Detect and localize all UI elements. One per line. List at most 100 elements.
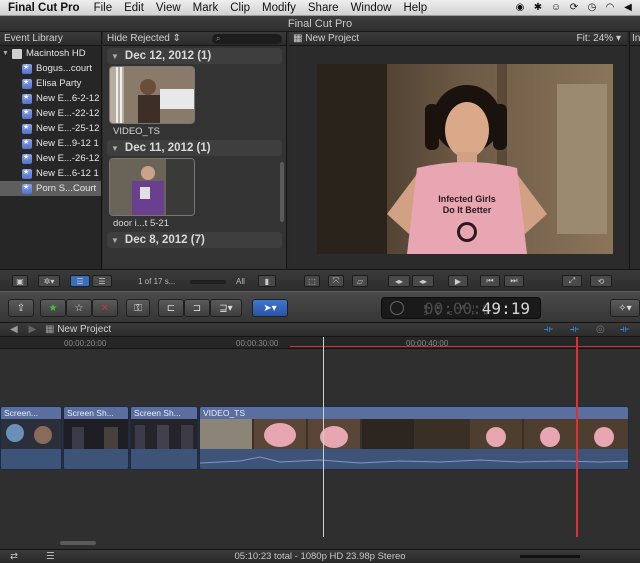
loop-icon[interactable]: ⟲	[590, 275, 612, 287]
library-event-item[interactable]: New E...-26-12	[0, 151, 101, 166]
menu-help[interactable]: Help	[397, 2, 433, 14]
library-toggle-button[interactable]: ▣	[12, 275, 28, 287]
menu-view[interactable]: View	[150, 2, 187, 14]
timeline-clip[interactable]: Screen...	[0, 406, 62, 470]
play-button[interactable]: ▶	[448, 275, 468, 287]
previous-frame-button[interactable]: ◂▸	[388, 275, 410, 287]
menu-app-name[interactable]: Final Cut Pro	[0, 2, 88, 14]
disclosure-triangle-icon[interactable]: ▼	[111, 236, 119, 245]
menu-clip[interactable]: Clip	[224, 2, 256, 14]
library-event-item[interactable]: Bogus...court	[0, 61, 101, 76]
timeline-scrollbar[interactable]	[60, 541, 96, 545]
event-label: New E...-22-12	[36, 108, 100, 119]
disclosure-triangle-icon[interactable]: ▼	[111, 144, 119, 153]
unrate-button[interactable]: ☆	[66, 299, 92, 317]
list-view-button[interactable]: ☰	[92, 275, 112, 287]
event-label: New E...6-2-12	[36, 93, 100, 104]
connect-clip-button[interactable]: ⊏	[158, 299, 184, 317]
clip-appearance-button[interactable]: ▮	[258, 275, 276, 287]
library-event-item[interactable]: New E...-25-12	[0, 121, 101, 136]
fullscreen-icon[interactable]: ⤢	[562, 275, 582, 287]
skimming-icon[interactable]: ⟛	[544, 323, 553, 337]
menu-mark[interactable]: Mark	[187, 2, 225, 14]
browser-scrollbar[interactable]	[280, 162, 284, 222]
gear-icon[interactable]: ✲▾	[38, 275, 60, 287]
library-event-item[interactable]: New E...6-12 1	[0, 166, 101, 181]
timeline-title: New Project	[57, 324, 112, 335]
browser-search-field[interactable]: ⌕	[212, 34, 282, 44]
library-event-item-selected[interactable]: Porn S...Court	[0, 181, 101, 196]
sync-icon[interactable]: ⟳	[568, 2, 580, 14]
background-tasks-icon[interactable]	[390, 301, 404, 315]
event-library-panel: Event Library ▼ Macintosh HD Bogus...cou…	[0, 32, 102, 269]
accessibility-icon[interactable]: ☺	[550, 2, 562, 14]
disclosure-triangle-icon[interactable]: ▼	[111, 52, 119, 61]
creative-cloud-icon[interactable]: ◉	[514, 2, 526, 14]
timeline-ruler[interactable]: 00:00:20:00 00:00:30:00 00:00:40:00	[0, 337, 640, 349]
date-group-header[interactable]: ▼ Dec 11, 2012 (1)	[107, 140, 282, 156]
back-arrow-icon[interactable]: ◀	[10, 324, 18, 335]
project-duration-info: 05:10:23 total - 1080p HD 23.98p Stereo	[234, 551, 406, 562]
viewer-zoom-control[interactable]: Fit: 24% ▾	[577, 32, 622, 45]
library-event-item[interactable]: New E...6-2-12	[0, 91, 101, 106]
forward-arrow-icon[interactable]: ▶	[28, 324, 36, 335]
snapping-icon[interactable]: ⟛	[620, 323, 629, 337]
go-to-end-button[interactable]: ⏭	[504, 275, 524, 287]
filmstrip-view-button[interactable]: ☰	[70, 275, 90, 287]
wifi-icon[interactable]: ◠	[604, 2, 616, 14]
solo-icon[interactable]: ◎	[596, 323, 605, 337]
audio-skimming-icon[interactable]: ⟛	[570, 323, 579, 337]
event-label: New E...9-12 1	[36, 138, 99, 149]
append-clip-button[interactable]: ⊒▾	[210, 299, 242, 317]
volume-icon[interactable]: ◀	[622, 2, 634, 14]
inspector-header: In	[630, 32, 640, 46]
date-group-header[interactable]: ▼ Dec 8, 2012 (7)	[107, 232, 282, 248]
library-event-item[interactable]: New E...-22-12	[0, 106, 101, 121]
transform-icon[interactable]: ⤧	[328, 275, 344, 287]
time-machine-icon[interactable]: ◷	[586, 2, 598, 14]
go-to-start-button[interactable]: ⏮	[480, 275, 500, 287]
date-group-header[interactable]: ▼ Dec 12, 2012 (1)	[107, 48, 282, 64]
clip-thumbnail[interactable]	[109, 158, 195, 216]
timeline-clip[interactable]: Screen Sh...	[130, 406, 198, 470]
effects-browser-icon[interactable]: ✧▾	[610, 299, 640, 317]
menu-window[interactable]: Window	[345, 2, 398, 14]
library-event-item[interactable]: Elisa Party	[0, 76, 101, 91]
timeline-clip[interactable]: VIDEO_TS	[199, 406, 629, 470]
library-disk-row[interactable]: ▼ Macintosh HD	[0, 46, 101, 61]
dashboard-timecode[interactable]: 00:00: 49:19 HR MIN SEC FR	[381, 297, 541, 319]
reject-button[interactable]: ✕	[92, 299, 118, 317]
timeline-clip[interactable]: Screen Sh...	[63, 406, 129, 470]
timeline-list-icon[interactable]: ☰	[46, 550, 55, 563]
select-tool-button[interactable]: ➤▾	[252, 299, 288, 317]
timeline-index-icon[interactable]: ⇄	[10, 550, 18, 563]
menu-edit[interactable]: Edit	[118, 2, 150, 14]
menu-modify[interactable]: Modify	[256, 2, 302, 14]
insert-clip-button[interactable]: ⊐	[184, 299, 210, 317]
timeline-area[interactable]: Screen... Screen Sh... Screen Sh... VIDE…	[0, 349, 640, 549]
video-frame[interactable]: Infected Girls Do It Better	[317, 64, 613, 254]
media-import-button[interactable]: ⇪	[8, 299, 34, 317]
disclosure-triangle-icon[interactable]: ▼	[2, 50, 10, 57]
clip-thumbnail[interactable]	[109, 66, 195, 124]
next-frame-button[interactable]: ◂▸	[412, 275, 434, 287]
bluetooth-icon[interactable]: ✱	[532, 2, 544, 14]
menu-status-area: ◉ ✱ ☺ ⟳ ◷ ◠ ◀	[514, 2, 640, 14]
timeline-zoom-slider[interactable]	[520, 555, 580, 558]
favorite-button[interactable]: ★	[40, 299, 66, 317]
clip-title: Screen...	[1, 407, 61, 419]
clip-zoom-slider[interactable]	[190, 280, 226, 284]
playhead[interactable]	[323, 337, 324, 537]
menu-file[interactable]: File	[88, 2, 119, 14]
fullscreen-mode-icon[interactable]: ⬚	[304, 275, 320, 287]
menu-bar: Final Cut Pro File Edit View Mark Clip M…	[0, 0, 640, 16]
library-event-item[interactable]: New E...9-12 1	[0, 136, 101, 151]
clip-title: Screen Sh...	[64, 407, 128, 419]
keyword-icon[interactable]: ⚿	[126, 299, 150, 317]
date-group-label: Dec 11, 2012	[124, 142, 194, 154]
menu-share[interactable]: Share	[302, 2, 345, 14]
hide-rejected-dropdown[interactable]: Hide Rejected ⇕	[107, 32, 181, 45]
shirt-text-line2: Do It Better	[443, 205, 492, 215]
zoom-value: 24%	[593, 33, 614, 44]
crop-icon[interactable]: ▱	[352, 275, 368, 287]
